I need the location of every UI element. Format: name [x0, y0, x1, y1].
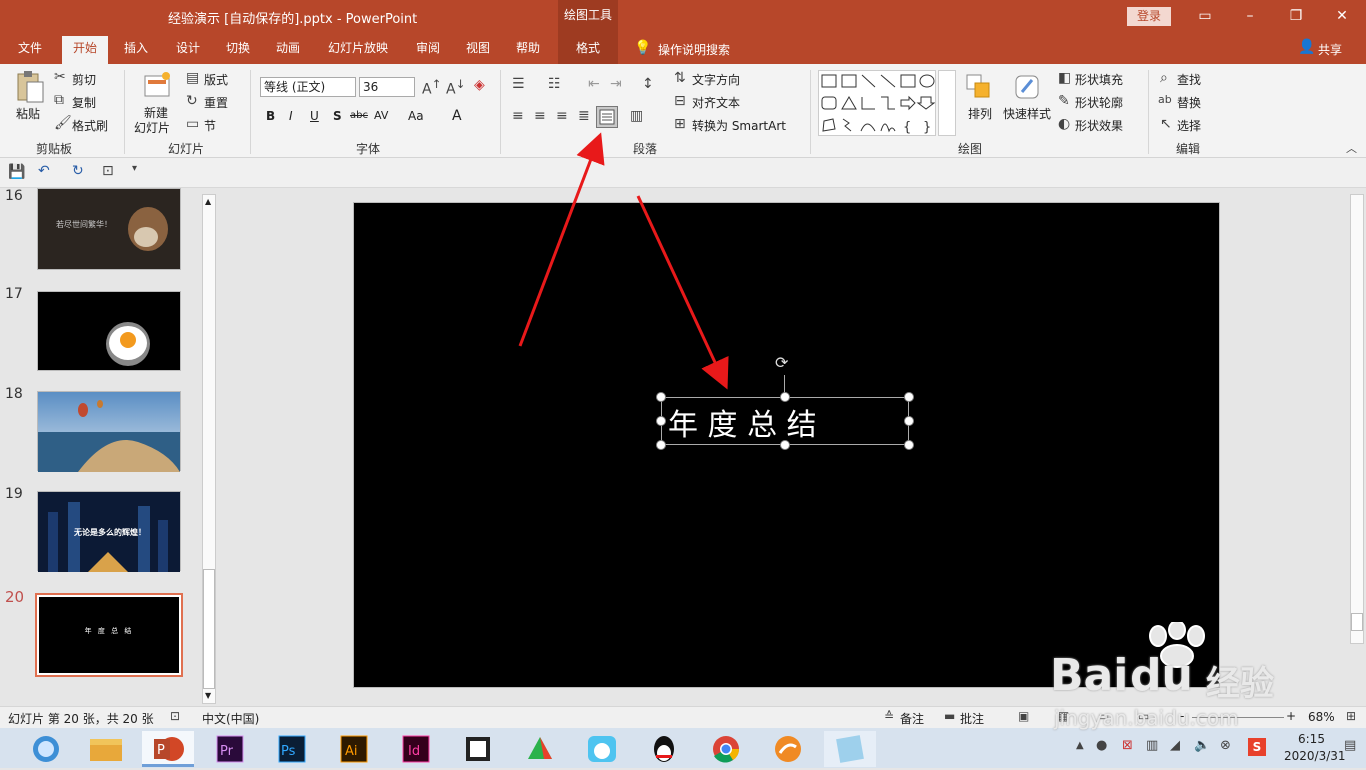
svg-text:Pr: Pr — [220, 744, 234, 759]
photoshop-icon[interactable]: Ps — [266, 731, 318, 767]
windows-taskbar: P Pr Ps Ai Id ▲ ● ⊠ ▥ ◢ 🔈 ⊗ S 6:15 2020/… — [0, 728, 1366, 768]
powerpoint-taskbar-icon[interactable]: P — [142, 731, 194, 767]
tray-qq-icon[interactable]: ● — [1096, 738, 1107, 753]
indesign-icon[interactable]: Id — [390, 731, 442, 767]
browser-360-icon[interactable] — [20, 731, 72, 767]
normal-view-icon[interactable]: ▣ — [1018, 709, 1029, 723]
tray-security-icon[interactable]: ⊠ — [1122, 738, 1133, 753]
orange-app-icon[interactable] — [762, 731, 814, 767]
notification-icon[interactable]: ▤ — [1344, 738, 1356, 753]
file-explorer-icon[interactable] — [80, 731, 132, 767]
tray-network-icon[interactable]: ▥ — [1146, 738, 1158, 753]
sogou-input-icon[interactable]: S — [1248, 738, 1266, 756]
notepad-app-icon[interactable] — [824, 731, 876, 767]
baidu-watermark: Bai du 经验 jingyan.baidu.com — [1050, 622, 1300, 732]
baidu-logo-text: Bai — [1050, 650, 1129, 701]
chrome-icon[interactable] — [700, 731, 752, 767]
fit-slide-icon[interactable]: ⊞ — [1346, 709, 1356, 723]
notes-button[interactable]: 备注 — [900, 710, 924, 727]
comments-button[interactable]: 批注 — [960, 710, 984, 727]
volume-icon[interactable]: 🔈 — [1194, 738, 1210, 753]
comment-icon: ▬ — [944, 709, 956, 723]
tray-expand-icon[interactable]: ▲ — [1076, 740, 1084, 751]
slide-counter: 幻灯片 第 20 张，共 20 张 — [8, 712, 154, 726]
video-editor-icon[interactable] — [452, 731, 504, 767]
baidu-logo-text-du: du — [1130, 650, 1193, 701]
cat-app-icon[interactable] — [576, 731, 628, 767]
annotation-arrow-down — [636, 195, 729, 390]
notes-icon: ≙ — [884, 709, 895, 723]
spellcheck-icon[interactable]: ⊡ — [170, 709, 180, 723]
illustrator-icon[interactable]: Ai — [328, 731, 380, 767]
language-indicator[interactable]: 中文(中国) — [202, 710, 259, 727]
wifi-icon[interactable]: ◢ — [1170, 738, 1180, 753]
svg-text:P: P — [157, 743, 165, 758]
svg-text:Ai: Ai — [345, 744, 358, 759]
clock-date[interactable]: 2020/3/31 — [1284, 749, 1346, 763]
tray-close-icon[interactable]: ⊗ — [1220, 738, 1231, 753]
jingyan-logo-text: 经验 — [1206, 664, 1274, 704]
watermark-url: jingyan.baidu.com — [1054, 706, 1239, 730]
premiere-icon[interactable]: Pr — [204, 731, 256, 767]
svg-text:Id: Id — [408, 744, 420, 759]
zoom-level[interactable]: 68% — [1308, 710, 1335, 724]
qq-icon[interactable] — [638, 731, 690, 767]
svg-text:Ps: Ps — [281, 744, 296, 759]
colorful-app-icon[interactable] — [514, 731, 566, 767]
clock-time[interactable]: 6:15 — [1298, 732, 1325, 746]
annotation-arrow-up — [518, 132, 605, 347]
